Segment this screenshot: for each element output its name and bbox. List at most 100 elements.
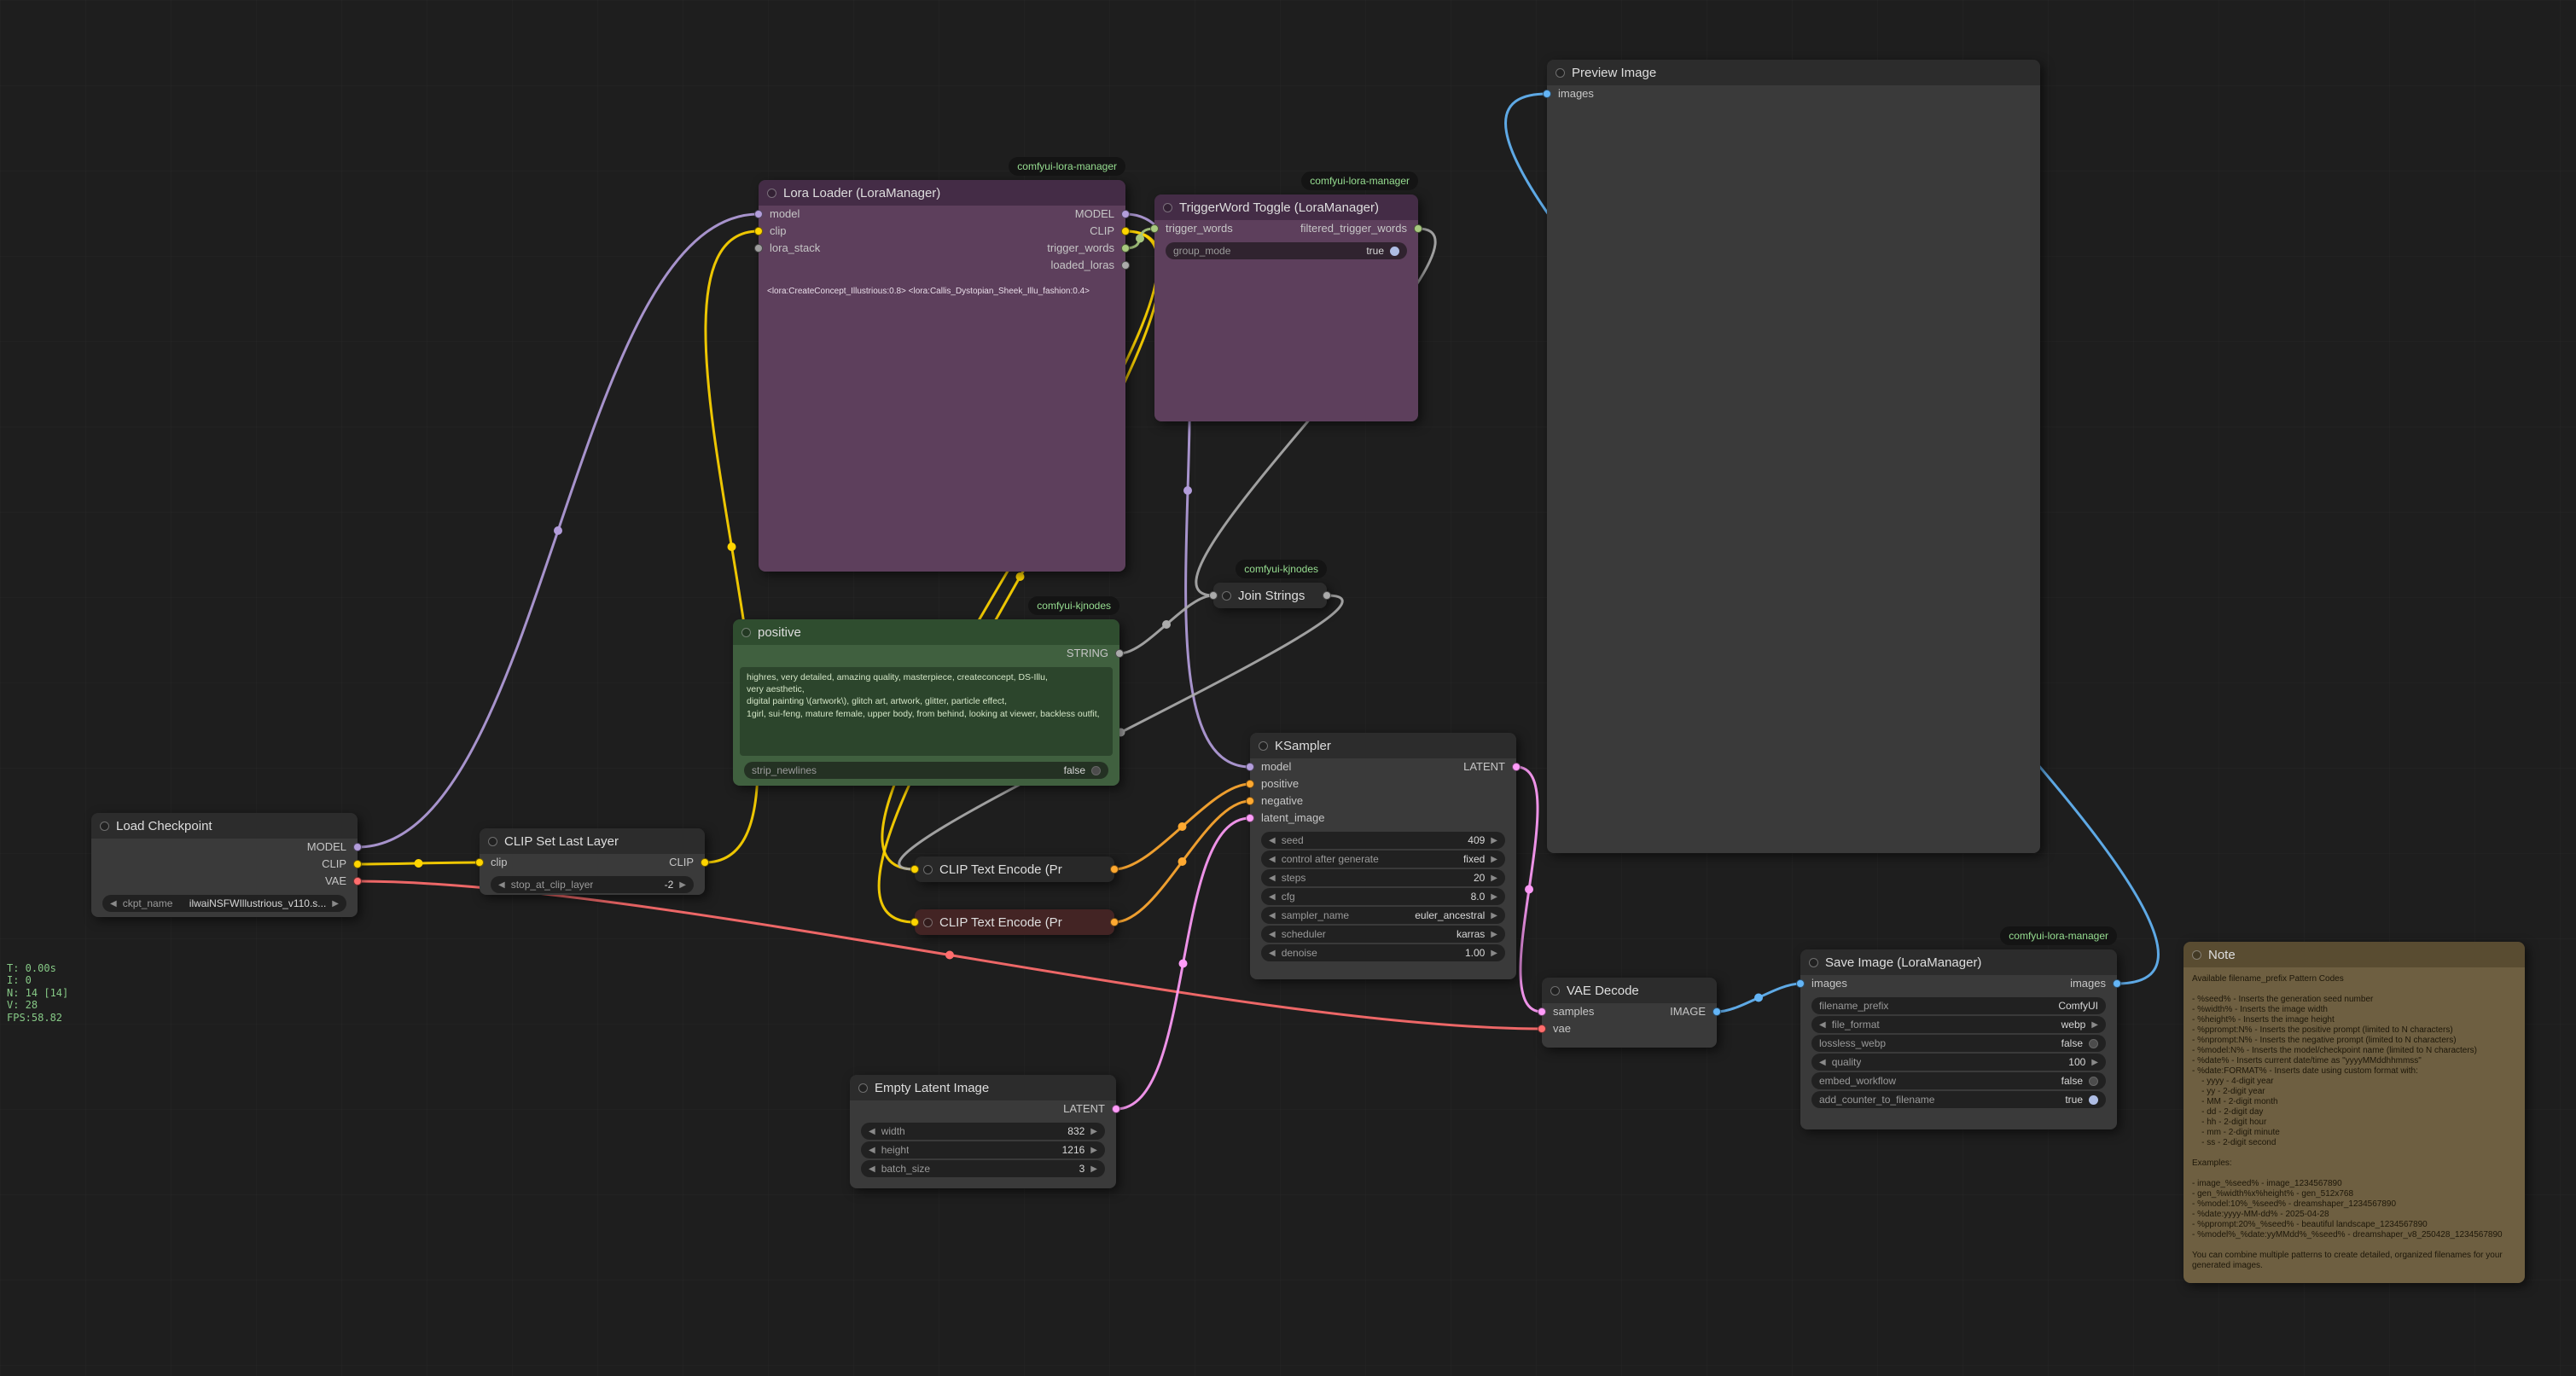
widget-add_counter_to_filename[interactable]: add_counter_to_filenametrue [1811,1091,2106,1108]
increment-arrow-icon[interactable]: ▶ [1090,1146,1097,1155]
increment-arrow-icon[interactable]: ▶ [1491,836,1497,845]
widget-width[interactable]: ◀width832▶ [861,1123,1105,1140]
node-empty-latent-image[interactable]: Empty Latent ImageLATENT◀width832▶◀heigh… [850,1075,1116,1188]
collapsed-input-dot[interactable] [910,918,919,926]
widget-lossless_webp[interactable]: lossless_webpfalse [1811,1035,2106,1052]
decrement-arrow-icon[interactable]: ◀ [1819,1058,1826,1067]
widget-cfg[interactable]: ◀cfg8.0▶ [1261,888,1505,905]
widget-stop_at_clip_layer[interactable]: ◀stop_at_clip_layer-2▶ [491,876,694,893]
collapse-toggle-icon[interactable] [1259,741,1268,751]
collapse-toggle-icon[interactable] [100,822,109,831]
node-title-bar[interactable]: Preview Image [1547,60,2040,85]
output-dot-LATENT[interactable] [1112,1105,1120,1113]
increment-arrow-icon[interactable]: ▶ [1491,892,1497,902]
input-dot-model[interactable] [754,210,763,218]
collapse-toggle-icon[interactable] [2192,950,2201,960]
increment-arrow-icon[interactable]: ▶ [2091,1058,2098,1067]
node-title-bar[interactable]: VAE Decode [1542,978,1717,1003]
node-title-bar[interactable]: positive [733,619,1119,645]
collapse-toggle-icon[interactable] [923,918,933,927]
decrement-arrow-icon[interactable]: ◀ [498,880,505,890]
input-dot-samples[interactable] [1538,1007,1546,1016]
node-clip-text-encode-negative[interactable]: CLIP Text Encode (Pr [915,909,1114,935]
collapse-toggle-icon[interactable] [1222,591,1231,601]
node-clip-text-encode-positive[interactable]: CLIP Text Encode (Pr [915,856,1114,882]
node-lora-loader[interactable]: comfyui-lora-managerLora Loader (LoraMan… [759,180,1125,572]
node-graph-canvas[interactable]: T: 0.00s I: 0 N: 14 [14] V: 28 FPS:58.82… [0,0,2576,1376]
increment-arrow-icon[interactable]: ▶ [1491,911,1497,920]
collapse-toggle-icon[interactable] [488,837,497,846]
node-text[interactable]: Available filename_prefix Pattern Codes … [2192,974,2516,1276]
output-dot-images[interactable] [2113,979,2121,988]
input-dot-trigger_words[interactable] [1150,224,1159,233]
widget-control_after_generate[interactable]: ◀control after generatefixed▶ [1261,851,1505,868]
input-dot-lora_stack[interactable] [754,244,763,253]
decrement-arrow-icon[interactable]: ◀ [869,1127,875,1136]
widget-sampler_name[interactable]: ◀sampler_nameeuler_ancestral▶ [1261,907,1505,924]
node-title-bar[interactable]: KSampler [1250,733,1516,758]
output-dot-CLIP[interactable] [1121,227,1130,235]
output-dot-loaded_loras[interactable] [1121,261,1130,270]
node-positive-prompt[interactable]: comfyui-kjnodespositiveSTRINGhighres, ve… [733,619,1119,786]
node-preview-image[interactable]: Preview Imageimages [1547,60,2040,853]
output-dot-CLIP[interactable] [353,860,362,868]
node-title-bar[interactable]: TriggerWord Toggle (LoraManager) [1154,194,1418,220]
input-dot-clip[interactable] [475,858,484,867]
widget-seed[interactable]: ◀seed409▶ [1261,832,1505,849]
output-dot-LATENT[interactable] [1512,763,1521,771]
decrement-arrow-icon[interactable]: ◀ [1269,949,1276,958]
decrement-arrow-icon[interactable]: ◀ [110,899,117,909]
decrement-arrow-icon[interactable]: ◀ [869,1146,875,1155]
output-dot-STRING[interactable] [1115,649,1124,658]
widget-steps[interactable]: ◀steps20▶ [1261,869,1505,886]
collapse-toggle-icon[interactable] [741,628,751,637]
widget-height[interactable]: ◀height1216▶ [861,1141,1105,1158]
input-dot-model[interactable] [1246,763,1254,771]
collapse-toggle-icon[interactable] [767,189,776,198]
increment-arrow-icon[interactable]: ▶ [1090,1164,1097,1174]
decrement-arrow-icon[interactable]: ◀ [1269,836,1276,845]
collapse-toggle-icon[interactable] [858,1083,868,1093]
node-join-strings[interactable]: comfyui-kjnodesJoin Strings [1213,583,1327,608]
collapsed-input-dot[interactable] [1209,591,1218,600]
widget-embed_workflow[interactable]: embed_workflowfalse [1811,1072,2106,1089]
increment-arrow-icon[interactable]: ▶ [1491,949,1497,958]
collapse-toggle-icon[interactable] [1163,203,1172,212]
collapsed-input-dot[interactable] [910,865,919,874]
node-title-bar[interactable]: Join Strings [1213,583,1327,608]
widget-batch_size[interactable]: ◀batch_size3▶ [861,1160,1105,1177]
widget-ckpt_name[interactable]: ◀ckpt_nameilwaiNSFWIllustrious_v110.s...… [102,895,346,912]
increment-arrow-icon[interactable]: ▶ [332,899,339,909]
node-title-bar[interactable]: Note [2183,942,2525,967]
input-dot-latent_image[interactable] [1246,814,1254,822]
decrement-arrow-icon[interactable]: ◀ [1269,855,1276,864]
output-dot-IMAGE[interactable] [1712,1007,1721,1016]
node-save-image[interactable]: comfyui-lora-managerSave Image (LoraMana… [1800,949,2117,1129]
toggle-knob-icon[interactable] [2089,1077,2098,1086]
output-dot-MODEL[interactable] [1121,210,1130,218]
decrement-arrow-icon[interactable]: ◀ [1269,911,1276,920]
output-dot-trigger_words[interactable] [1121,244,1130,253]
node-title-bar[interactable]: Lora Loader (LoraManager) [759,180,1125,206]
widget-quality[interactable]: ◀quality100▶ [1811,1054,2106,1071]
input-dot-vae[interactable] [1538,1025,1546,1033]
node-text[interactable]: highres, very detailed, amazing quality,… [740,667,1113,756]
increment-arrow-icon[interactable]: ▶ [1491,874,1497,883]
node-title-bar[interactable]: Save Image (LoraManager) [1800,949,2117,975]
output-dot-MODEL[interactable] [353,843,362,851]
increment-arrow-icon[interactable]: ▶ [1090,1127,1097,1136]
toggle-knob-icon[interactable] [1091,766,1101,775]
node-title-bar[interactable]: Empty Latent Image [850,1075,1116,1100]
toggle-knob-icon[interactable] [2089,1039,2098,1048]
widget-denoise[interactable]: ◀denoise1.00▶ [1261,944,1505,961]
output-dot-CLIP[interactable] [701,858,709,867]
increment-arrow-icon[interactable]: ▶ [679,880,686,890]
node-text[interactable]: <lora:CreateConcept_Illustrious:0.8> <lo… [767,286,1117,325]
widget-scheduler[interactable]: ◀schedulerkarras▶ [1261,926,1505,943]
toggle-knob-icon[interactable] [2089,1095,2098,1105]
input-dot-images[interactable] [1543,90,1551,98]
node-title-bar[interactable]: CLIP Text Encode (Pr [915,909,1114,935]
widget-group_mode[interactable]: group_modetrue [1166,242,1407,259]
node-title-bar[interactable]: CLIP Text Encode (Pr [915,856,1114,882]
collapse-toggle-icon[interactable] [1809,958,1818,967]
